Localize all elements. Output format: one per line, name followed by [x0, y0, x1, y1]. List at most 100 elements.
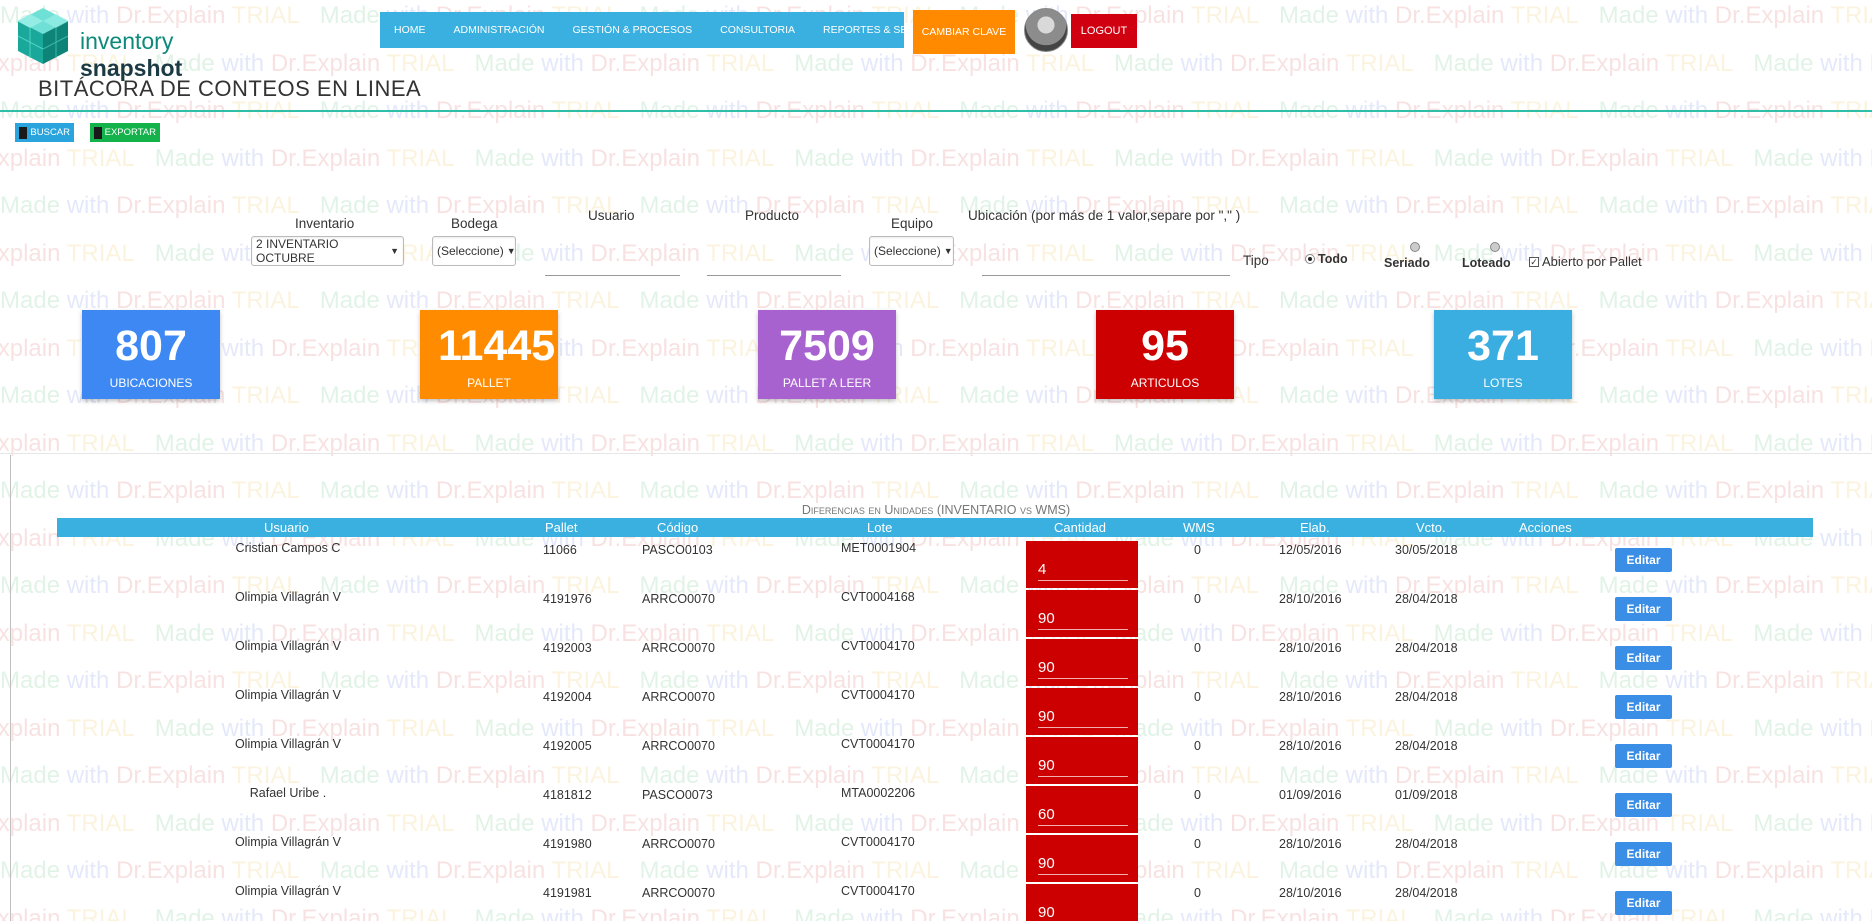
- radio-loteado[interactable]: Loteado: [1462, 242, 1511, 270]
- edit-button[interactable]: Editar: [1615, 695, 1672, 719]
- cantidad-value[interactable]: 90: [1038, 755, 1128, 777]
- cell-pallet: 4191981: [543, 886, 592, 900]
- cell-wms: 0: [1194, 592, 1201, 606]
- change-password-button[interactable]: CAMBIAR CLAVE: [913, 10, 1015, 54]
- cell-codigo: PASCO0103: [642, 543, 713, 557]
- header-wms: WMS: [1183, 520, 1215, 535]
- radio-unselected-icon: [1490, 242, 1501, 252]
- cell-codigo: ARRCO0070: [642, 837, 715, 851]
- edit-button[interactable]: Editar: [1615, 646, 1672, 670]
- producto-input[interactable]: [707, 254, 841, 276]
- cell-usuario: Olimpia Villagrán V: [234, 639, 342, 653]
- bodega-select[interactable]: (Seleccione) ▼: [432, 236, 516, 266]
- brand-name: inventory snapshot: [80, 28, 280, 82]
- stat-card-pallet[interactable]: 11445 PALLET: [420, 310, 558, 399]
- page-title: BITÁCORA DE CONTEOS EN LINEA: [38, 76, 422, 101]
- inventario-select[interactable]: 2 INVENTARIO OCTUBRE ▼: [251, 236, 404, 266]
- cantidad-value[interactable]: 90: [1038, 902, 1128, 921]
- export-button-label: EXPORTAR: [104, 127, 156, 138]
- chevron-down-icon: ▼: [506, 246, 516, 256]
- table-row: Olimpia Villagrán V 4192004 ARRCO0070 CVT00…: [0, 688, 1872, 737]
- cell-lote: CVT0004170: [841, 639, 915, 653]
- logout-button[interactable]: LOGOUT: [1071, 14, 1137, 48]
- header-pallet: Pallet: [545, 520, 578, 535]
- user-avatar[interactable]: [1024, 8, 1068, 52]
- cantidad-value[interactable]: 90: [1038, 853, 1128, 875]
- cell-lote: CVT0004170: [841, 688, 915, 702]
- cell-codigo: ARRCO0070: [642, 739, 715, 753]
- inventario-label: Inventario: [295, 216, 355, 231]
- cantidad-value[interactable]: 60: [1038, 804, 1128, 826]
- cell-elab: 28/10/2016: [1279, 592, 1342, 606]
- cell-codigo: ARRCO0070: [642, 886, 715, 900]
- stat-card-ubicaciones[interactable]: 807 UBICACIONES: [82, 310, 220, 399]
- cell-cantidad: 4: [1026, 541, 1138, 588]
- cell-vcto: 28/04/2018: [1395, 690, 1458, 704]
- cell-codigo: ARRCO0070: [642, 592, 715, 606]
- cell-wms: 0: [1194, 690, 1201, 704]
- abierto-por-pallet-checkbox[interactable]: ✓ Abierto por Pallet: [1529, 254, 1642, 269]
- export-button[interactable]: EXPORTAR: [90, 123, 160, 142]
- radio-seriado[interactable]: Seriado: [1384, 242, 1430, 270]
- stat-label: PALLET: [467, 376, 511, 390]
- nav-item-consultoria[interactable]: CONSULTORIA: [706, 12, 809, 48]
- radio-todo[interactable]: Todo: [1305, 252, 1348, 266]
- cell-cantidad: 90: [1026, 590, 1138, 637]
- cell-codigo: ARRCO0070: [642, 641, 715, 655]
- cell-usuario: Olimpia Villagrán V: [234, 590, 342, 604]
- brand-logo[interactable]: inventory snapshot: [10, 6, 280, 81]
- app-root: inventory snapshot HOME ADMINISTRACIÓN G…: [0, 0, 1872, 921]
- cell-cantidad: 90: [1026, 835, 1138, 882]
- cell-wms: 0: [1194, 641, 1201, 655]
- cantidad-value[interactable]: 90: [1038, 608, 1128, 630]
- edit-button[interactable]: Editar: [1615, 597, 1672, 621]
- search-button[interactable]: BUSCAR: [15, 123, 74, 142]
- stat-card-articulos[interactable]: 95 ARTICULOS: [1096, 310, 1234, 399]
- header-codigo: Código: [657, 520, 699, 535]
- header-acciones: Acciones: [1519, 520, 1572, 535]
- equipo-label: Equipo: [891, 216, 934, 231]
- cell-vcto: 28/04/2018: [1395, 886, 1458, 900]
- cell-vcto: 28/04/2018: [1395, 739, 1458, 753]
- stat-label: PALLET A LEER: [782, 376, 872, 390]
- cell-pallet: 4191980: [543, 837, 592, 851]
- table-caption: Diferencias en Unidades (INVENTARIO vs W…: [801, 503, 1071, 517]
- stat-card-pallet-a-leer[interactable]: 7509 PALLET A LEER: [758, 310, 896, 399]
- stat-label: LOTES: [1483, 376, 1523, 390]
- equipo-select[interactable]: (Seleccione) ▼: [869, 236, 954, 266]
- cell-wms: 0: [1194, 837, 1201, 851]
- cell-cantidad: 90: [1026, 737, 1138, 784]
- ubicacion-input[interactable]: [982, 254, 1230, 276]
- cell-vcto: 30/05/2018: [1395, 543, 1458, 557]
- cell-lote: MTA0002206: [841, 786, 916, 800]
- usuario-input[interactable]: [545, 254, 680, 276]
- header-usuario: Usuario: [264, 520, 309, 535]
- nav-item-home[interactable]: HOME: [380, 12, 440, 48]
- edit-button[interactable]: Editar: [1615, 842, 1672, 866]
- cell-pallet: 11066: [543, 543, 577, 557]
- nav-item-administracion[interactable]: ADMINISTRACIÓN: [440, 12, 559, 48]
- cantidad-value[interactable]: 4: [1038, 559, 1128, 581]
- stat-value: 95: [1141, 322, 1189, 370]
- cell-cantidad: 60: [1026, 786, 1138, 833]
- cell-cantidad: 90: [1026, 639, 1138, 686]
- edit-button[interactable]: Editar: [1615, 793, 1672, 817]
- cantidad-value[interactable]: 90: [1038, 706, 1128, 728]
- edit-button[interactable]: Editar: [1615, 548, 1672, 572]
- cell-elab: 28/10/2016: [1279, 641, 1342, 655]
- cell-vcto: 28/04/2018: [1395, 837, 1458, 851]
- edit-button[interactable]: Editar: [1615, 891, 1672, 915]
- cantidad-value[interactable]: 90: [1038, 657, 1128, 679]
- cell-wms: 0: [1194, 543, 1201, 557]
- main-nav: HOME ADMINISTRACIÓN GESTIÓN & PROCESOS C…: [380, 12, 950, 48]
- table-row: Olimpia Villagrán V 4191981 ARRCO0070 CVT00…: [0, 884, 1872, 921]
- radio-todo-label: Todo: [1318, 252, 1348, 266]
- stat-card-lotes[interactable]: 371 LOTES: [1434, 310, 1572, 399]
- cell-codigo: PASCO0073: [642, 788, 713, 802]
- usuario-label: Usuario: [588, 208, 635, 223]
- cell-usuario: Olimpia Villagrán V: [234, 835, 342, 849]
- edit-button[interactable]: Editar: [1615, 744, 1672, 768]
- chevron-down-icon: ▼: [390, 246, 399, 256]
- nav-item-gestion-procesos[interactable]: GESTIÓN & PROCESOS: [559, 12, 707, 48]
- cell-vcto: 01/09/2018: [1395, 788, 1458, 802]
